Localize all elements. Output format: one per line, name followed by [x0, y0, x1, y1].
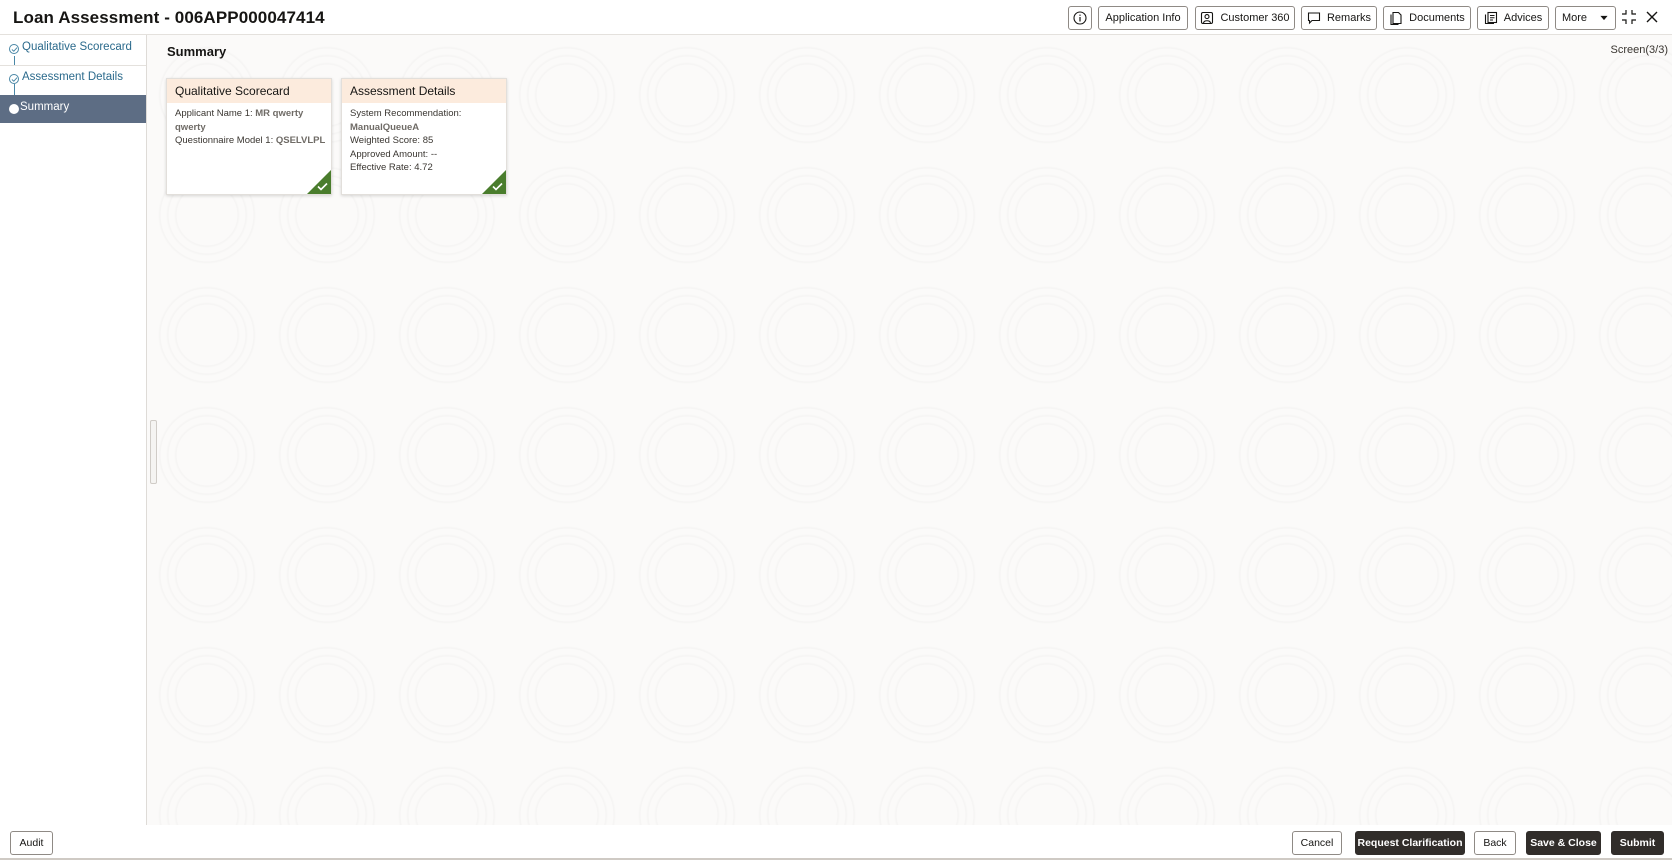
customer-360-label: Customer 360 — [1220, 12, 1290, 24]
application-info-button[interactable]: Application Info — [1098, 6, 1188, 30]
request-clarification-button[interactable]: Request Clarification — [1355, 831, 1465, 855]
card-line: Weighted Score: 85 — [350, 134, 506, 148]
info-button[interactable] — [1068, 6, 1092, 30]
current-step-dot-icon — [9, 104, 19, 114]
sidebar-step-summary[interactable]: Summary — [0, 95, 146, 123]
sidebar-step-assessment-details[interactable]: Assessment Details — [0, 65, 146, 93]
main-content: Summary Screen(3/3) Qualitative Scorecar… — [147, 35, 1672, 825]
cancel-button[interactable]: Cancel — [1292, 831, 1342, 855]
customer-icon — [1201, 11, 1214, 25]
card-line: Applicant Name 1: MR qwerty qwerty — [175, 107, 331, 134]
back-button[interactable]: Back — [1474, 831, 1516, 855]
more-label: More — [1561, 12, 1588, 24]
save-close-button[interactable]: Save & Close — [1526, 831, 1601, 855]
documents-icon — [1390, 11, 1402, 25]
train-stop-sidebar: Qualitative Scorecard Assessment Details… — [0, 35, 147, 825]
section-title: Summary — [167, 44, 227, 59]
field-label: Questionnaire Model 1: — [175, 135, 274, 146]
summary-card-qualitative-scorecard[interactable]: Qualitative Scorecard Applicant Name 1: … — [166, 78, 332, 195]
collapse-icon[interactable] — [1620, 8, 1638, 26]
chevron-down-icon — [1600, 15, 1608, 21]
header-bar: Loan Assessment - 006APP000047414 Applic… — [0, 0, 1672, 35]
field-label: Applicant Name 1: — [175, 108, 253, 119]
field-label: Effective Rate: — [350, 162, 412, 173]
sidebar-step-label: Qualitative Scorecard — [22, 41, 132, 53]
card-line: System Recommendation: ManualQueueA — [350, 107, 506, 134]
card-title: Qualitative Scorecard — [167, 79, 331, 103]
field-value: QSELVLPL — [275, 135, 326, 146]
close-icon[interactable] — [1643, 8, 1661, 26]
check-icon — [9, 74, 19, 84]
info-icon — [1073, 11, 1087, 25]
card-line: Approved Amount: -- — [350, 148, 506, 162]
footer-bar: Audit Cancel Request Clarification Back … — [0, 825, 1672, 860]
advices-button[interactable]: Advices — [1477, 6, 1549, 30]
more-dropdown[interactable]: More — [1555, 6, 1616, 30]
sidebar-step-label: Assessment Details — [22, 71, 123, 83]
checkmark-icon — [492, 182, 503, 191]
documents-button[interactable]: Documents — [1383, 6, 1471, 30]
field-label: Approved Amount: — [350, 148, 429, 160]
remarks-button[interactable]: Remarks — [1301, 6, 1377, 30]
documents-label: Documents — [1409, 12, 1465, 24]
panel-resize-handle[interactable] — [150, 420, 157, 484]
remarks-label: Remarks — [1326, 12, 1371, 24]
application-info-label: Application Info — [1105, 12, 1181, 24]
sidebar-step-qualitative-scorecard[interactable]: Qualitative Scorecard — [0, 35, 146, 63]
screen-counter: Screen(3/3) — [1610, 44, 1668, 56]
field-label: Weighted Score: — [350, 135, 421, 146]
advices-label: Advices — [1503, 12, 1543, 24]
comment-icon — [1307, 12, 1321, 25]
page-title: Loan Assessment - 006APP000047414 — [13, 8, 325, 27]
card-line: Questionnaire Model 1: QSELVLPL — [175, 134, 331, 148]
field-label: System Recommendation: — [350, 108, 462, 119]
customer-360-button[interactable]: Customer 360 — [1195, 6, 1295, 30]
summary-card-assessment-details[interactable]: Assessment Details System Recommendation… — [341, 78, 507, 195]
check-icon — [9, 44, 19, 54]
checkmark-icon — [317, 182, 328, 191]
advices-icon — [1484, 11, 1497, 25]
sidebar-step-label: Summary — [20, 101, 70, 113]
field-value: 85 — [422, 135, 434, 146]
field-value: 4.72 — [414, 162, 433, 173]
field-value: ManualQueueA — [350, 121, 420, 133]
audit-button[interactable]: Audit — [10, 831, 53, 855]
card-title: Assessment Details — [342, 79, 506, 103]
field-value: -- — [430, 148, 438, 160]
submit-button[interactable]: Submit — [1611, 831, 1664, 855]
